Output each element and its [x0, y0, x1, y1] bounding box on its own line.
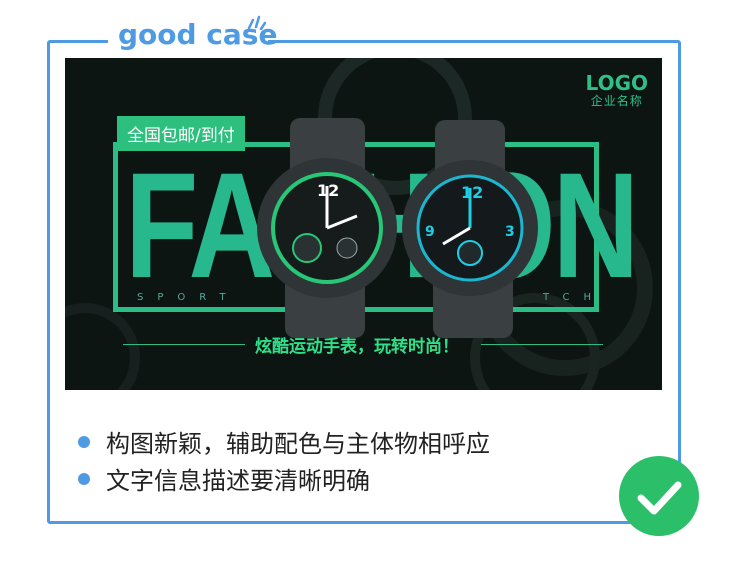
checkmark-icon — [619, 456, 699, 536]
sparkle-icon — [247, 15, 266, 30]
slogan-line-right — [481, 344, 603, 345]
bullet-text: 文字信息描述要清晰明确 — [106, 467, 370, 495]
svg-text:3: 3 — [505, 224, 515, 240]
list-item: 构图新颖，辅助配色与主体物相呼应 — [78, 423, 490, 460]
sport-text-left: SPORT — [137, 292, 240, 303]
svg-text:9: 9 — [425, 224, 435, 240]
bullet-dot-icon — [78, 472, 90, 485]
product-banner-image: LOGO 企业名称 FASHION 12 12 9 3 全国包邮/到付 SPOR… — [65, 58, 662, 390]
sport-text-right: TCH — [543, 292, 606, 303]
slogan-line-left — [123, 344, 245, 345]
shipping-tag: 全国包邮/到付 — [117, 116, 245, 151]
list-item: 文字信息描述要清晰明确 — [78, 460, 490, 497]
svg-text:12: 12 — [461, 183, 483, 202]
slogan-text: 炫酷运动手表，玩转时尚！ — [255, 337, 459, 357]
bullet-dot-icon — [78, 435, 90, 448]
bullet-list: 构图新颖，辅助配色与主体物相呼应 文字信息描述要清晰明确 — [78, 423, 490, 497]
bullet-text: 构图新颖，辅助配色与主体物相呼应 — [106, 430, 490, 458]
